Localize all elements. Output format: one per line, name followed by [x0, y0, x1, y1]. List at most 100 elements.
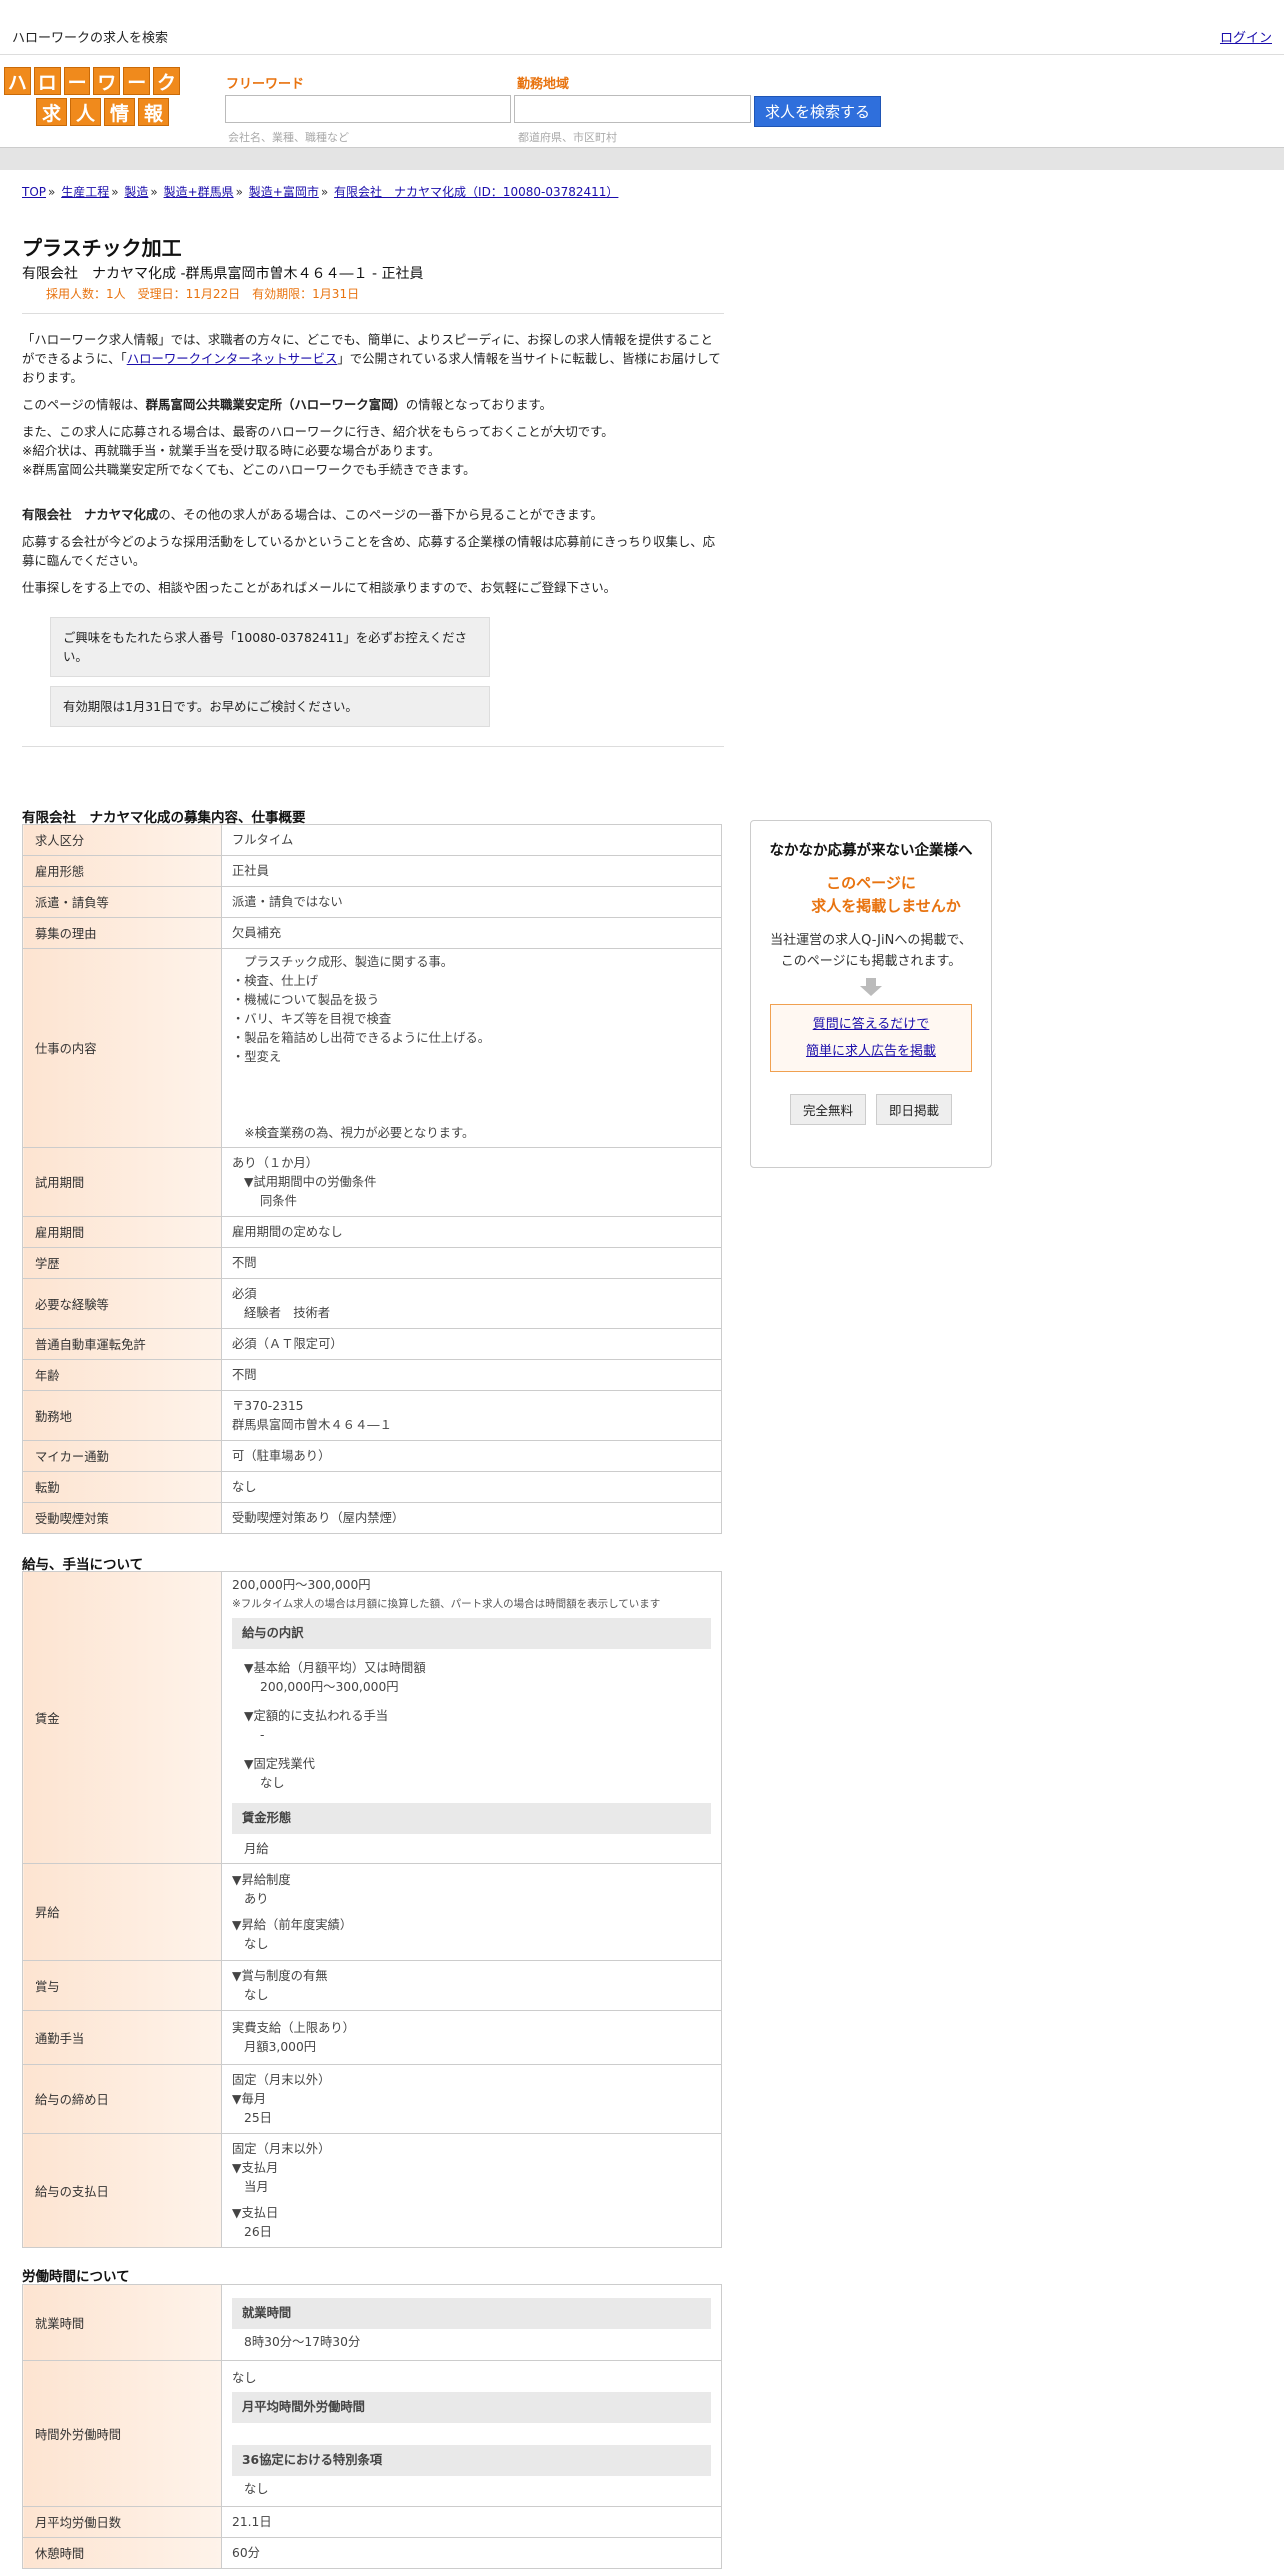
value-line: ▼昇給（前年度実績） [232, 1917, 353, 1932]
row-header: 雇用期間 [22, 1216, 222, 1248]
table-row: 時間外労働時間 なし 月平均時間外労働時間 36協定における特別条項 なし [22, 2360, 722, 2507]
row-header: 時間外労働時間 [22, 2360, 222, 2507]
address: 群馬県富岡市曽木４６４―１ [232, 1417, 392, 1432]
table-row: 通勤手当 実費支給（上限あり） 月額3,000円 [22, 2010, 722, 2065]
row-header: 必要な経験等 [22, 1278, 222, 1329]
intro-paragraph: 「ハローワーク求人情報」では、求職者の方々に、どこでも、簡単に、よりスピーディに… [22, 330, 722, 387]
row-value: 21.1日 [221, 2506, 722, 2538]
table-row: 受動喫煙対策 受動喫煙対策あり（屋内禁煙） [22, 1502, 722, 1534]
search-button[interactable]: 求人を検索する [754, 96, 881, 127]
value-line: ▼昇給制度 [232, 1872, 291, 1887]
free-button[interactable]: 完全無料 [789, 1094, 866, 1125]
value-line: ▼毎月 [232, 2091, 267, 2106]
table-row: 派遣・請負等 派遣・請負ではない [22, 886, 722, 918]
row-value: 可（駐車場あり） [221, 1440, 722, 1472]
same-day-button[interactable]: 即日掲載 [876, 1094, 953, 1125]
company-name: 有限会社 ナカヤマ化成 [22, 507, 159, 522]
row-value: 受動喫煙対策あり（屋内禁煙） [221, 1502, 722, 1534]
logo-char: 情 [104, 98, 135, 126]
job-subtitle: 有限会社 ナカヤマ化成 -群馬県富岡市曽木４６４―１ - 正社員 [22, 266, 424, 282]
table-row: 賃金 200,000円〜300,000円 ※フルタイム求人の場合は月額に換算した… [22, 1571, 722, 1864]
value-line: 月額3,000円 [244, 2039, 317, 2054]
intro-text: 「ハローワーク求人情報」では、求職者の方々に、どこでも、簡単に、よりスピーディに… [22, 330, 722, 605]
row-value: 欠員補充 [221, 917, 722, 949]
salary-note: ※フルタイム求人の場合は月額に換算した額、パート求人の場合は時間額を表示していま… [232, 1598, 661, 1610]
value-line: 当月 [244, 2179, 269, 2194]
header-divider [0, 147, 1284, 170]
logo-char: 求 [36, 98, 67, 126]
row-header: 学歴 [22, 1247, 222, 1279]
breadcrumb-subcategory[interactable]: 製造 [124, 185, 148, 199]
row-header: 年齢 [22, 1359, 222, 1391]
office-name: 群馬富岡公共職業安定所（ハローワーク富岡） [145, 397, 406, 412]
value-line: - [260, 1728, 265, 1742]
value-line: ▼賞与制度の有無 [232, 1968, 328, 1983]
area-input[interactable] [514, 95, 751, 123]
ad-link[interactable]: 質問に答えるだけで [813, 1017, 930, 1032]
row-header: 給与の支払日 [22, 2133, 222, 2248]
intro-paragraph: また、この求人に応募される場合は、最寄のハローワークに行き、紹介状をもらっておく… [22, 422, 722, 479]
hellowork-logo[interactable]: ハ ロ ー ワ ー ク 求 人 情 報 [4, 67, 180, 126]
table-row: 年齢 不問 [22, 1359, 722, 1391]
down-arrow-icon [858, 978, 884, 998]
value-line: あり [244, 1891, 269, 1906]
section-title: 労働時間について [22, 2269, 130, 2285]
ad-link[interactable]: 簡単に求人広告を掲載 [806, 1044, 936, 1059]
row-value: 〒370-2315 群馬県富岡市曽木４６４―１ [221, 1390, 722, 1441]
value-line: 8時30分〜17時30分 [244, 2334, 361, 2349]
table-row: 募集の理由 欠員補充 [22, 917, 722, 949]
ad-offer-line: このページに [826, 874, 916, 892]
row-header: 受動喫煙対策 [22, 1502, 222, 1534]
value-line: 200,000円〜300,000円 [260, 1680, 399, 1694]
table-row: 求人区分 フルタイム [22, 824, 722, 856]
login-link[interactable]: ログイン [1220, 27, 1272, 46]
table-row: 転勤 なし [22, 1471, 722, 1503]
row-header: 求人区分 [22, 824, 222, 856]
row-value: 不問 [221, 1359, 722, 1391]
table-row: 学歴 不問 [22, 1247, 722, 1279]
divider [22, 746, 724, 747]
hellowork-internet-service-link[interactable]: ハローワークインターネットサービス [127, 351, 338, 366]
row-value: 不問 [221, 1247, 722, 1279]
table-row: 昇給 ▼昇給制度 あり ▼昇給（前年度実績） なし [22, 1863, 722, 1961]
intro-paragraph: 有限会社 ナカヤマ化成の、その他の求人がある場合は、このページの一番下から見るこ… [22, 505, 722, 524]
site-title: ハローワークの求人を検索 [12, 31, 169, 46]
work-line: ・機械について製品を扱う [232, 993, 380, 1007]
row-value: 実費支給（上限あり） 月額3,000円 [221, 2010, 722, 2065]
job-title: プラスチック加工 [22, 236, 182, 260]
logo-char: ク [153, 67, 180, 95]
intro-text-part: また、この求人に応募される場合は、最寄のハローワークに行き、紹介状をもらっておく… [22, 424, 614, 439]
breadcrumb-sep: » [235, 185, 243, 199]
intro-paragraph: このページの情報は、群馬富岡公共職業安定所（ハローワーク富岡）の情報となっており… [22, 395, 722, 414]
value-line: 必須 [232, 1286, 257, 1301]
notice-box: 有効期限は1月31日です。お早めにご検討ください。 [50, 686, 490, 727]
value-line: なし [260, 1776, 285, 1790]
work-line: ・バリ、キズ等を目視で検査 [232, 1012, 392, 1026]
divider [22, 313, 724, 314]
breadcrumb-sep: » [48, 185, 56, 199]
row-value: 就業時間 8時30分〜17時30分 [221, 2284, 722, 2361]
row-value: ▼昇給制度 あり ▼昇給（前年度実績） なし [221, 1863, 722, 1961]
table-row: 試用期間 あり（１か月） ▼試用期間中の労働条件 同条件 [22, 1147, 722, 1217]
breadcrumb-prefecture[interactable]: 製造+群馬県 [164, 185, 234, 199]
value-line: ▼試用期間中の労働条件 [244, 1174, 377, 1189]
value-line: 25日 [244, 2110, 272, 2125]
table-row: 勤務地 〒370-2315 群馬県富岡市曽木４６４―１ [22, 1390, 722, 1441]
row-header: 昇給 [22, 1863, 222, 1961]
job-meta: 採用人数：1人 受理日：11月22日 有効期限：1月31日 [46, 287, 360, 301]
row-value: なし [221, 1471, 722, 1503]
table-row: 雇用形態 正社員 [22, 855, 722, 887]
freeword-input[interactable] [225, 95, 511, 123]
freeword-hint: 会社名、業種、職種など [228, 131, 349, 144]
row-value: プラスチック成形、製造に関する事。 ・検査、仕上げ ・機械について製品を扱う ・… [221, 948, 722, 1148]
breadcrumb-top[interactable]: TOP [22, 185, 46, 199]
breadcrumb-category[interactable]: 生産工程 [61, 185, 109, 199]
value-line: ▼支払日 [232, 2205, 279, 2220]
row-value: なし 月平均時間外労働時間 36協定における特別条項 なし [221, 2360, 722, 2507]
breadcrumb-sep: » [320, 185, 329, 199]
breadcrumb-company[interactable]: 有限会社 ナカヤマ化成（ID：10080-03782411） [334, 185, 618, 199]
table-row: 必要な経験等 必須 経験者 技術者 [22, 1278, 722, 1329]
breadcrumb-city[interactable]: 製造+富岡市 [249, 185, 319, 199]
ad-link-box: 質問に答えるだけで 簡単に求人広告を掲載 [770, 1004, 972, 1072]
